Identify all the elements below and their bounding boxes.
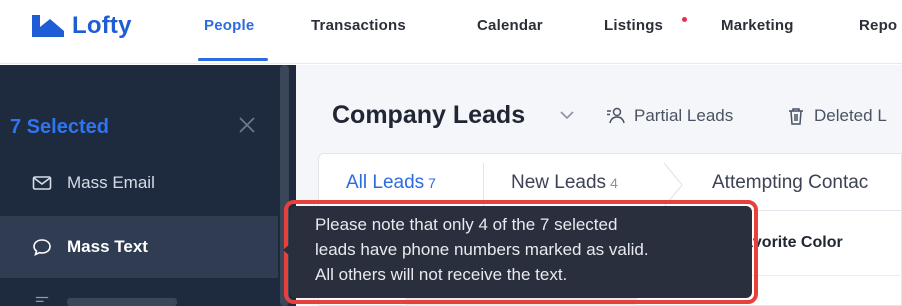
nav-listings[interactable]: Listings	[604, 17, 663, 34]
partial-users-icon	[607, 107, 625, 124]
selected-count: 7 Selected	[10, 116, 109, 138]
tab-attempting-contact[interactable]: Attempting Contac	[712, 172, 868, 194]
active-nav-underline	[198, 58, 268, 61]
page-title[interactable]: Company Leads	[332, 101, 525, 130]
tooltip-caret	[283, 244, 290, 256]
action-label-placeholder	[67, 298, 177, 306]
deleted-leads-label: Deleted L	[814, 106, 887, 125]
tab-new-leads[interactable]: New Leads 4	[511, 172, 618, 194]
chevron-down-icon[interactable]	[558, 106, 576, 124]
tab-new-leads-label: New Leads	[511, 172, 607, 193]
mass-text-warning-tooltip: Please note that only 4 of the 7 selecte…	[290, 206, 752, 298]
chat-bubble-icon	[33, 239, 51, 256]
tab-all-leads-count: 7	[428, 175, 436, 191]
tab-all-leads-label: All Leads	[346, 172, 425, 193]
nav-marketing[interactable]: Marketing	[721, 17, 794, 34]
tooltip-message: Please note that only 4 of the 7 selecte…	[315, 215, 649, 284]
lofty-logo[interactable]: Lofty	[30, 10, 132, 42]
partial-leads-label: Partial Leads	[634, 106, 734, 125]
more-action-icon	[35, 296, 49, 302]
partial-leads-link[interactable]: Partial Leads	[606, 106, 733, 126]
mass-text-action[interactable]: Mass Text	[0, 216, 278, 278]
tab-new-leads-count: 4	[610, 175, 618, 191]
nav-transactions[interactable]: Transactions	[311, 17, 406, 34]
tab-all-leads[interactable]: All Leads 7	[346, 172, 436, 194]
deleted-leads-link[interactable]: Deleted L	[786, 106, 887, 126]
close-icon[interactable]	[236, 114, 258, 136]
nav-people[interactable]: People	[204, 17, 254, 34]
nav-reports[interactable]: Repo	[859, 17, 897, 34]
sidebar-action-partial[interactable]	[0, 293, 278, 306]
mass-email-action[interactable]: Mass Email	[0, 155, 278, 211]
trash-icon	[789, 108, 803, 125]
mass-text-label: Mass Text	[67, 237, 148, 256]
mail-icon	[32, 176, 52, 190]
nav-calendar[interactable]: Calendar	[477, 17, 543, 34]
brand-name: Lofty	[72, 12, 132, 39]
column-header-favorite-color[interactable]: avorite Color	[744, 234, 843, 252]
mass-email-label: Mass Email	[67, 173, 155, 192]
listings-alert-dot	[682, 17, 687, 22]
tab-attempting-contact-label: Attempting Contac	[712, 172, 869, 193]
lofty-logo-icon	[32, 15, 64, 37]
